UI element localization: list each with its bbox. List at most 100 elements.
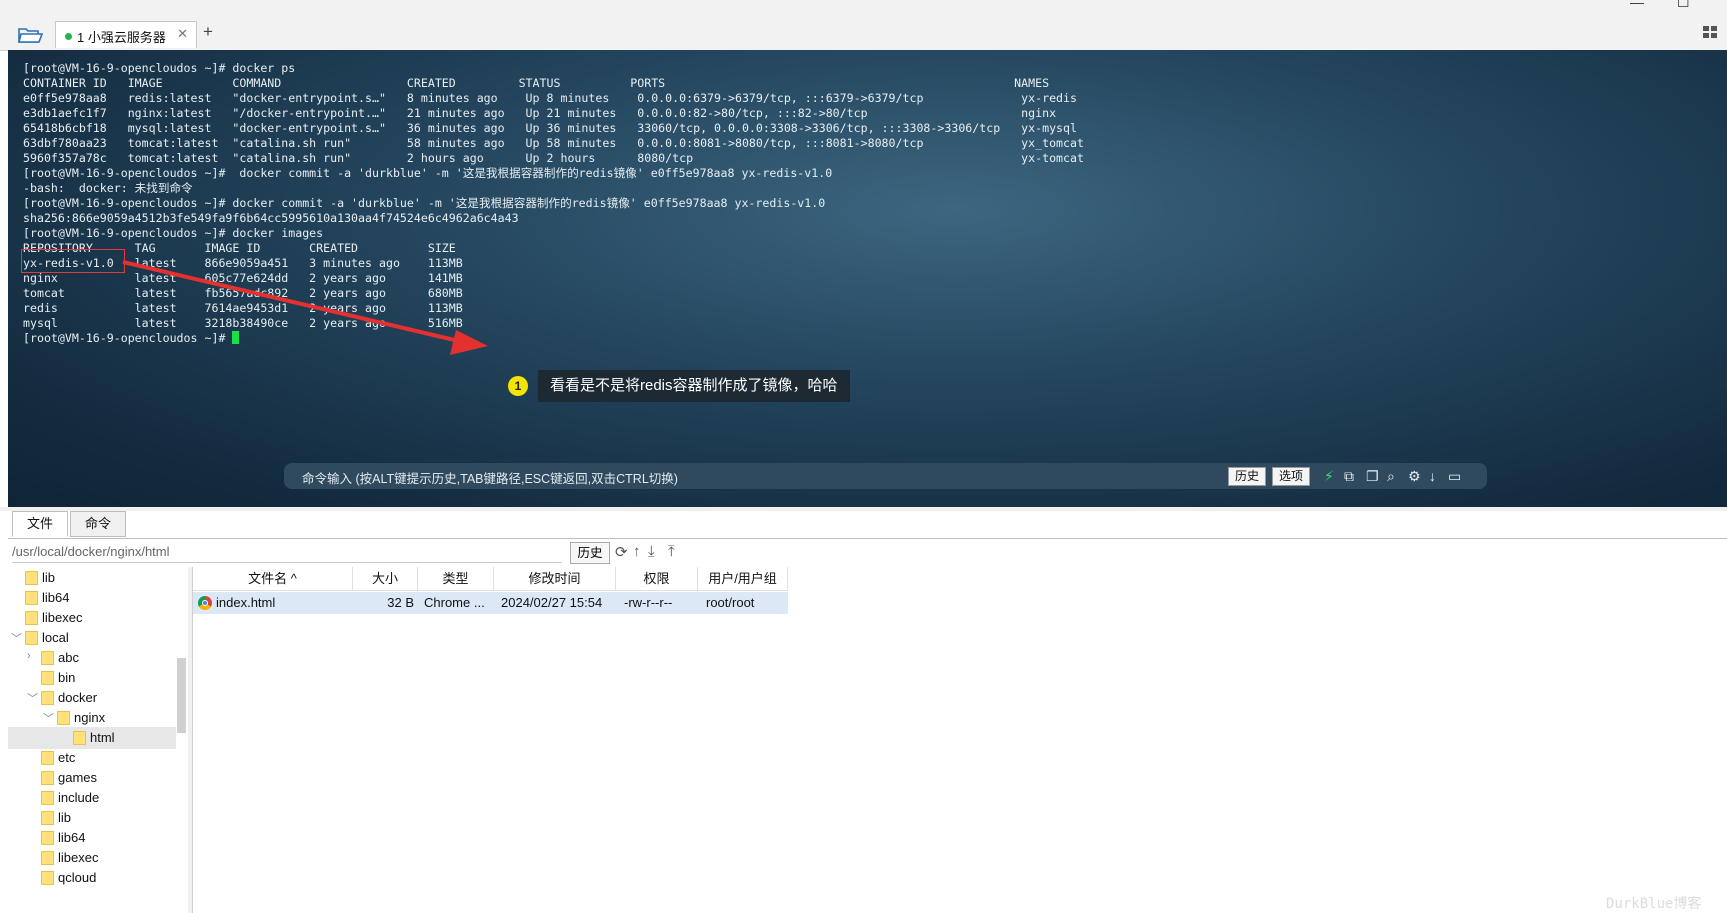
column-header-size[interactable]: 大小 (353, 567, 418, 591)
tree-item-lib64[interactable]: lib64 (8, 827, 176, 849)
tree-item-label: html (90, 730, 115, 745)
tree-item-games[interactable]: games (8, 767, 176, 789)
tree-item-libexec[interactable]: libexec (8, 607, 176, 629)
connected-status-icon (65, 33, 72, 40)
tree-item-label: lib (58, 810, 72, 825)
tree-item-label: games (58, 770, 98, 785)
folder-icon (41, 651, 54, 665)
directory-tree: lib lib64 libexec ﹀ local › abc bin ﹀ docker ﹀ ngin… (8, 567, 176, 913)
tree-item-label: libexec (42, 610, 83, 625)
lightning-icon[interactable]: ⚡ (1324, 468, 1334, 484)
file-permission: -rw-r--r-- (624, 595, 673, 610)
annotation-arrow (122, 260, 488, 355)
tree-item-local[interactable]: ﹀ local (8, 627, 176, 649)
layout-grid-icon[interactable] (1703, 26, 1717, 38)
folder-icon (41, 791, 54, 805)
session-tab-label: 1 小强云服务器 (77, 30, 166, 45)
gear-icon[interactable]: ⚙ (1408, 468, 1421, 484)
tree-item-label: lib64 (58, 830, 86, 845)
maximize-window-icon[interactable]: ☐ (1677, 0, 1690, 11)
tree-item-etc[interactable]: etc (8, 747, 176, 769)
folder-icon (41, 691, 54, 705)
watermark: DurkBlue博客 (1606, 896, 1702, 912)
tree-item-label: qcloud (58, 870, 97, 885)
upload-file-icon[interactable]: ⤒ (668, 543, 675, 560)
tree-item-label: bin (58, 670, 76, 685)
folder-icon (41, 871, 54, 885)
chevron-down-icon[interactable]: ﹀ (27, 690, 38, 706)
tree-item-include[interactable]: include (8, 787, 176, 809)
command-input-bar[interactable]: 命令输入 (按ALT键提示历史,TAB键路径,ESC键返回,双击CTRL切换) … (284, 463, 1487, 489)
tree-item-label: lib (42, 570, 56, 585)
column-header-mtime[interactable]: 修改时间 (494, 567, 616, 591)
file-size: 32 B (387, 595, 414, 610)
tree-item-lib64[interactable]: lib64 (8, 587, 176, 609)
column-header-owner[interactable]: 用户/用户组 (698, 567, 788, 591)
search-icon[interactable]: ⌕ (1387, 468, 1395, 484)
chrome-file-icon (198, 596, 212, 610)
tree-item-lib[interactable]: lib (8, 567, 176, 589)
tree-item-label: include (58, 790, 100, 805)
path-input[interactable]: /usr/local/docker/nginx/html (12, 544, 562, 563)
folder-icon (41, 831, 54, 845)
tree-item-docker[interactable]: ﹀ docker (8, 687, 176, 709)
chevron-right-icon[interactable]: › (27, 650, 31, 662)
folder-icon (73, 731, 86, 745)
refresh-icon[interactable]: ⟳ (615, 543, 628, 561)
tree-item-label: nginx (74, 710, 106, 725)
folder-icon (57, 711, 70, 725)
paste-icon[interactable]: ❐ (1366, 468, 1379, 484)
path-bar: /usr/local/docker/nginx/html 历史 ⟳ ↑ ⤓ ⤒ (8, 540, 1727, 566)
session-tab[interactable]: 1 小强云服务器 ✕ (55, 21, 197, 48)
annotation-number-badge: 1 (508, 376, 528, 396)
file-name[interactable]: index.html (216, 592, 351, 614)
close-tab-icon[interactable]: ✕ (177, 26, 188, 42)
file-type: Chrome ... (424, 595, 485, 610)
chevron-down-icon[interactable]: ﹀ (11, 630, 22, 646)
open-folder-icon[interactable] (18, 26, 44, 44)
tree-item-label: etc (58, 750, 76, 765)
folder-icon (25, 631, 38, 645)
folder-icon (41, 771, 54, 785)
path-history-button[interactable]: 历史 (570, 542, 610, 564)
file-owner: root/root (706, 595, 755, 610)
file-panel-tabs: 文件 命令 (8, 511, 1727, 539)
download-icon[interactable]: ↓ (1429, 468, 1436, 484)
folder-icon (41, 811, 54, 825)
folder-icon (25, 571, 38, 585)
up-dir-icon[interactable]: ↑ (633, 543, 641, 560)
add-tab-icon[interactable]: + (203, 22, 213, 42)
copy-icon[interactable]: ⧉ (1344, 468, 1354, 484)
terminal-panel[interactable]: [root@VM-16-9-opencloudos ~]# docker ps … (8, 50, 1727, 507)
folder-icon (41, 671, 54, 685)
fullscreen-icon[interactable]: ▭ (1448, 468, 1461, 484)
options-button[interactable]: 选项 (1272, 467, 1311, 486)
tree-item-nginx[interactable]: ﹀ nginx (8, 707, 176, 729)
tree-item-lib[interactable]: lib (8, 807, 176, 829)
tree-item-libexec[interactable]: libexec (8, 847, 176, 869)
title-bar: 1 小强云服务器 ✕ + — ☐ (0, 0, 1727, 51)
tab-files[interactable]: 文件 (12, 511, 68, 537)
tree-item-html[interactable]: html (8, 727, 176, 749)
tab-commands[interactable]: 命令 (70, 511, 126, 537)
column-header-name[interactable]: 文件名 ^ (193, 567, 353, 591)
tree-scrollbar[interactable] (177, 658, 186, 733)
tree-item-label: local (42, 630, 69, 645)
folder-icon (41, 851, 54, 865)
minimize-window-icon[interactable]: — (1630, 0, 1644, 10)
folder-icon (25, 611, 38, 625)
command-input-hint: 命令输入 (按ALT键提示历史,TAB键路径,ESC键返回,双击CTRL切换) (302, 472, 678, 486)
tree-item-label: lib64 (42, 590, 70, 605)
folder-icon (41, 751, 54, 765)
column-header-permission[interactable]: 权限 (616, 567, 698, 591)
folder-icon (25, 591, 38, 605)
annotation-callout: 看看是不是将redis容器制作成了镜像，哈哈 (538, 370, 850, 402)
column-header-type[interactable]: 类型 (418, 567, 494, 591)
tree-item-label: libexec (58, 850, 99, 865)
tree-item-bin[interactable]: bin (8, 667, 176, 689)
tree-item-qcloud[interactable]: qcloud (8, 867, 176, 889)
history-button[interactable]: 历史 (1228, 467, 1267, 486)
tree-item-abc[interactable]: › abc (8, 647, 176, 669)
chevron-down-icon[interactable]: ﹀ (43, 710, 54, 726)
download-file-icon[interactable]: ⤓ (648, 543, 655, 560)
